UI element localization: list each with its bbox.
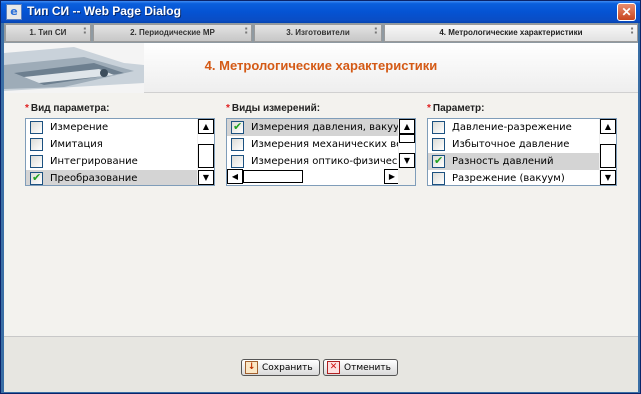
save-icon: ↓ (245, 361, 258, 374)
list-item-label: Преобразование (50, 173, 138, 184)
title-bar[interactable]: e Тип СИ -- Web Page Dialog ✕ (1, 1, 640, 23)
scroll-corner (398, 168, 415, 185)
panel-label-text: Вид параметра: (30, 103, 110, 114)
required-mark: * (427, 103, 431, 114)
scroll-thumb[interactable] (600, 144, 616, 168)
list-item-label: Измерения механических величи (251, 139, 400, 150)
horizontal-scrollbar[interactable]: ◀ ▶ (227, 168, 400, 185)
scroll-up-icon[interactable]: ▲ (399, 119, 415, 134)
required-mark: * (25, 103, 29, 114)
checkbox[interactable] (231, 138, 244, 151)
tab-label: 1. Тип СИ (29, 28, 67, 37)
scroll-up-icon[interactable]: ▲ (600, 119, 616, 134)
scroll-thumb[interactable] (198, 144, 214, 168)
required-mark: * (226, 103, 230, 114)
vertical-scrollbar[interactable]: ▲ ▼ (599, 119, 616, 185)
parameter-label: * Параметр: (427, 103, 617, 116)
tab-grip-icon: ▪ ▪ (83, 24, 87, 37)
measurement-types-list[interactable]: Измерения давления, вакуума (К Измерения… (226, 118, 416, 186)
scroll-up-icon[interactable]: ▲ (198, 119, 214, 134)
list-item[interactable]: Разрежение (вакуум) (428, 170, 601, 185)
cancel-button-label: Отменить (344, 362, 391, 373)
window-title: Тип СИ -- Web Page Dialog (27, 4, 181, 18)
tab-grip-icon: ▪ ▪ (374, 24, 378, 37)
close-button[interactable]: ✕ (617, 3, 636, 21)
list-item[interactable]: Избыточное давление (428, 136, 601, 153)
cancel-icon: ✕ (327, 361, 340, 374)
list-item-label: Измерение (50, 122, 109, 133)
app-icon: e (6, 4, 22, 20)
tab-grip-icon: ▪ ▪ (244, 24, 248, 37)
checkbox[interactable] (231, 120, 244, 134)
checkbox[interactable] (432, 138, 445, 151)
scroll-thumb[interactable] (243, 170, 303, 183)
tab-manufacturers[interactable]: 3. Изготовители ▪ ▪ (254, 24, 382, 42)
tab-label: 4. Метрологические характеристики (439, 28, 583, 37)
scroll-thumb[interactable] (399, 134, 415, 143)
tab-periodic[interactable]: 2. Периодические МР ▪ ▪ (92, 24, 253, 42)
checkbox[interactable] (231, 155, 244, 168)
checkbox[interactable] (30, 138, 43, 151)
save-button[interactable]: ↓ Сохранить (241, 359, 320, 376)
list-item[interactable]: Измерения механических величи (227, 136, 400, 153)
scroll-down-icon[interactable]: ▼ (198, 170, 214, 185)
tab-label: 2. Периодические МР (130, 28, 215, 37)
scroll-left-icon[interactable]: ◀ (227, 169, 243, 184)
list-item[interactable]: Измерения давления, вакуума (К (227, 119, 400, 136)
parameter-panel: * Параметр: Давление-разрежение Избыточно… (427, 103, 617, 186)
vertical-scrollbar[interactable]: ▲ ▼ (197, 119, 214, 185)
list-item-label: Избыточное давление (452, 139, 570, 150)
checkbox[interactable] (432, 172, 445, 185)
list-item[interactable]: Измерение (26, 119, 199, 136)
checkbox[interactable] (30, 155, 43, 168)
panel-label-text: Виды измерений: (231, 103, 321, 114)
cancel-button[interactable]: ✕ Отменить (323, 359, 398, 376)
list-item-label: Измерения оптико-физических в (251, 156, 400, 167)
dialog-content: 1. Тип СИ ▪ ▪ 2. Периодические МР ▪ ▪ 3. Изг… (4, 23, 638, 392)
list-item[interactable]: Разность давлений (428, 153, 601, 170)
panel-label-text: Параметр: (432, 103, 485, 114)
dialog-window: e Тип СИ -- Web Page Dialog ✕ 1. Тип СИ ▪… (0, 0, 641, 394)
list-item[interactable]: Преобразование (26, 170, 199, 185)
parameter-kind-panel: * Вид параметра: Измерение Имитация Интег… (25, 103, 215, 186)
measurement-types-label: * Виды измерений: (226, 103, 416, 116)
checkbox[interactable] (30, 171, 43, 185)
dialog-footer: ↓ Сохранить ✕ Отменить (4, 336, 638, 392)
list-item-label: Разность давлений (452, 156, 554, 167)
measurement-types-panel: *Виды измерений: Измерения давления, вак… (226, 103, 416, 186)
list-item-label: Имитация (50, 139, 103, 150)
checkbox[interactable] (432, 154, 445, 168)
save-button-label: Сохранить (262, 362, 313, 373)
list-item[interactable]: Имитация (26, 136, 199, 153)
parameter-list[interactable]: Давление-разрежение Избыточное давление … (427, 118, 617, 186)
list-item-label: Разрежение (вакуум) (452, 173, 565, 184)
page-title: 4. Метрологические характеристики (204, 58, 438, 73)
scroll-down-icon[interactable]: ▼ (399, 153, 415, 168)
checkbox[interactable] (30, 121, 43, 134)
parameter-kind-list[interactable]: Измерение Имитация Интегрирование Преобр… (25, 118, 215, 186)
list-item-label: Измерения давления, вакуума (К (251, 122, 400, 133)
tab-metrological[interactable]: 4. Метрологические характеристики ▪ ▪ (383, 24, 638, 42)
list-item-label: Давление-разрежение (452, 122, 572, 133)
wizard-tabs: 1. Тип СИ ▪ ▪ 2. Периодические МР ▪ ▪ 3. Изг… (4, 23, 638, 43)
section-banner: 4. Метрологические характеристики (4, 43, 638, 93)
parameter-kind-label: * Вид параметра: (25, 103, 215, 116)
tab-type[interactable]: 1. Тип СИ ▪ ▪ (5, 24, 91, 42)
tab-label: 3. Изготовители (286, 28, 350, 37)
tab-grip-icon: ▪ ▪ (630, 24, 634, 37)
list-item[interactable]: Давление-разрежение (428, 119, 601, 136)
vertical-scrollbar[interactable]: ▲ ▼ (398, 119, 415, 168)
scroll-down-icon[interactable]: ▼ (600, 170, 616, 185)
list-item[interactable]: Интегрирование (26, 153, 199, 170)
list-item-label: Интегрирование (50, 156, 138, 167)
checkbox[interactable] (432, 121, 445, 134)
